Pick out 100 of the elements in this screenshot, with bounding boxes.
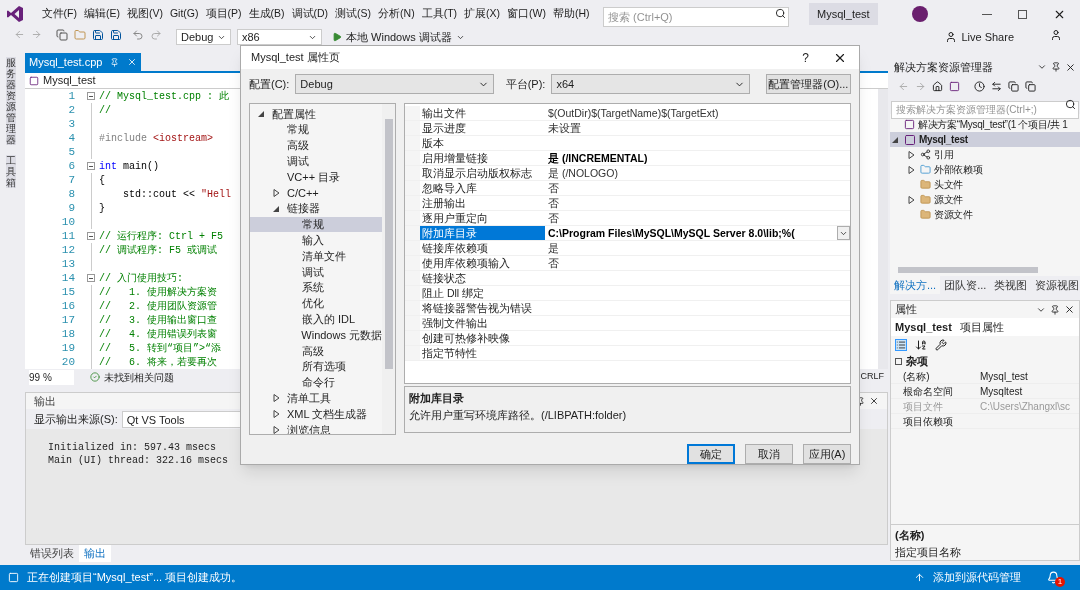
property-name[interactable]: 取消显示启动版权标志: [420, 166, 545, 180]
property-name[interactable]: 将链接器警告视为错误: [420, 301, 545, 315]
solution-tree-item[interactable]: 引用: [890, 147, 1080, 162]
tree-item[interactable]: Windows 元数据: [250, 327, 382, 343]
property-value[interactable]: 是: [545, 241, 850, 255]
tree-item[interactable]: 所有选项: [250, 358, 382, 375]
panel-tab[interactable]: 资源视图: [1031, 276, 1080, 294]
property-name[interactable]: 项目依赖项: [891, 414, 976, 428]
panel-tab[interactable]: 类视图: [990, 276, 1032, 294]
menu-item[interactable]: 文件(F): [38, 6, 81, 22]
panel-tab[interactable]: 解决方...: [890, 276, 941, 294]
property-name[interactable]: 附加库目录: [420, 226, 545, 240]
tree-item[interactable]: 命令行: [250, 374, 382, 391]
tree-item[interactable]: 配置属性: [250, 106, 382, 122]
source-control-button[interactable]: 添加到源代码管理: [914, 569, 1021, 586]
search-field[interactable]: 搜索 (Ctrl+Q): [603, 7, 790, 27]
menu-item[interactable]: 调试(D): [288, 6, 332, 22]
fold-icon[interactable]: [87, 274, 95, 282]
expand-arrow-icon[interactable]: [908, 165, 915, 174]
property-name[interactable]: 根命名空间: [891, 384, 976, 398]
run-button[interactable]: 本地 Windows 调试器: [332, 29, 465, 45]
tree-item[interactable]: 输入: [250, 232, 382, 249]
account-icon[interactable]: [1050, 29, 1062, 41]
property-name[interactable]: 创建可热修补映像: [420, 331, 545, 345]
side-tab[interactable]: 工具箱: [6, 155, 16, 188]
property-value[interactable]: 否: [545, 211, 850, 225]
menu-item[interactable]: 工具(T): [418, 6, 461, 22]
menu-item[interactable]: 视图(V): [123, 6, 167, 22]
property-value[interactable]: 是 (/NOLOGO): [545, 166, 850, 180]
collapse-arrow-icon[interactable]: [258, 109, 265, 118]
panel-tab[interactable]: 团队资...: [940, 276, 991, 294]
menu-item[interactable]: 帮助(H): [549, 6, 594, 22]
notification-icon[interactable]: [1047, 571, 1060, 584]
property-value[interactable]: C:\Program Files\MySQL\MySQL Server 8.0\lib;%(: [545, 226, 837, 240]
menu-item[interactable]: 生成(B): [245, 6, 288, 22]
property-name[interactable]: (名称): [891, 369, 976, 383]
panel-tab[interactable]: 输出: [79, 545, 111, 562]
tree-item[interactable]: 嵌入的 IDL: [250, 311, 382, 328]
solution-tree-item[interactable]: 外部依赖项: [890, 162, 1080, 177]
menu-item[interactable]: 扩展(X): [460, 6, 504, 22]
solution-tree-item[interactable]: 头文件: [890, 177, 1080, 192]
property-name[interactable]: 强制文件输出: [420, 316, 545, 330]
menu-item[interactable]: 测试(S): [331, 6, 375, 22]
save-all-icon[interactable]: [110, 29, 122, 41]
property-name[interactable]: 注册输出: [420, 196, 545, 210]
dialog-button[interactable]: 应用(A): [803, 444, 851, 464]
close-icon[interactable]: [869, 396, 879, 406]
save-icon[interactable]: [92, 29, 104, 41]
property-value[interactable]: 否: [545, 181, 850, 195]
home-icon[interactable]: [932, 80, 943, 92]
restore-icon[interactable]: [1018, 9, 1027, 19]
panel-tab[interactable]: 错误列表: [25, 545, 79, 562]
side-tab[interactable]: 服务器资源管理器: [6, 57, 16, 145]
configuration-dropdown[interactable]: Debug: [295, 74, 494, 94]
collapse-arrow-icon[interactable]: [892, 135, 899, 144]
property-value[interactable]: 是 (/INCREMENTAL): [545, 151, 850, 165]
property-name[interactable]: 链接库依赖项: [420, 241, 545, 255]
fold-icon[interactable]: [87, 92, 95, 100]
copy-icon[interactable]: [1025, 80, 1036, 92]
property-name[interactable]: 逐用户重定向: [420, 211, 545, 225]
app-logo-icon[interactable]: [6, 5, 24, 23]
menu-item[interactable]: Git(G): [166, 6, 202, 22]
zoom-dropdown[interactable]: 99 %: [29, 369, 74, 385]
undo-icon[interactable]: [132, 29, 144, 41]
close-icon[interactable]: [1064, 304, 1075, 315]
tree-item[interactable]: 系统: [250, 279, 382, 296]
property-name[interactable]: 显示进度: [420, 121, 545, 135]
sort-icon[interactable]: [915, 339, 927, 351]
solution-tree-item[interactable]: 解决方案“Mysql_test”(1 个项目/共 1: [890, 117, 1080, 132]
tree-item[interactable]: 调试: [250, 153, 382, 170]
tree-item[interactable]: 链接器: [250, 200, 382, 217]
expand-arrow-icon[interactable]: [273, 188, 280, 197]
search-field[interactable]: 搜索解决方案资源管理器(Ctrl+;): [891, 100, 1079, 119]
property-value[interactable]: 未设置: [545, 121, 850, 135]
property-name[interactable]: 使用库依赖项输入: [420, 256, 545, 270]
property-name[interactable]: 指定节特性: [420, 346, 545, 360]
dialog-button[interactable]: 取消: [745, 444, 793, 464]
collapse-arrow-icon[interactable]: [273, 204, 280, 213]
editor-tab[interactable]: Mysql_test.cpp: [25, 53, 142, 71]
property-name[interactable]: 启用增量链接: [420, 151, 545, 165]
issues-status[interactable]: 未找到相关问题: [90, 369, 174, 385]
property-value[interactable]: $(OutDir)$(TargetName)$(TargetExt): [545, 106, 850, 120]
expand-arrow-icon[interactable]: [273, 394, 280, 403]
wrench-icon[interactable]: [935, 339, 947, 351]
fold-icon[interactable]: [87, 232, 95, 240]
help-button[interactable]: ?: [802, 48, 809, 67]
tree-item[interactable]: VC++ 目录: [250, 169, 382, 185]
solution-tree-item[interactable]: Mysql_test: [890, 132, 1080, 147]
scrollbar[interactable]: [898, 267, 1038, 273]
clock-icon[interactable]: [974, 80, 985, 92]
pin-icon[interactable]: [1050, 304, 1060, 315]
dropdown-icon[interactable]: [1037, 62, 1047, 72]
property-name[interactable]: 版本: [420, 136, 545, 150]
pin-icon[interactable]: [1051, 62, 1061, 72]
menu-item[interactable]: 编辑(E): [80, 6, 124, 22]
avatar[interactable]: [911, 6, 928, 22]
property-value[interactable]: 否: [545, 196, 850, 210]
close-icon[interactable]: [1065, 61, 1076, 73]
menu-item[interactable]: 项目(P): [202, 6, 245, 22]
dropdown-button[interactable]: [837, 226, 850, 240]
